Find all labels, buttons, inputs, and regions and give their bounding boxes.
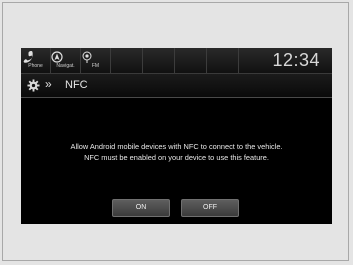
page-title: NFC bbox=[65, 79, 88, 91]
nfc-description: Allow Android mobile devices with NFC to… bbox=[21, 141, 332, 163]
infotainment-screen: Phone Navigat. FM 12:34 » NFC Allow Andr… bbox=[21, 48, 332, 224]
phone-label: Phone bbox=[28, 63, 43, 69]
empty-slot[interactable] bbox=[207, 48, 239, 73]
breadcrumb-separator: » bbox=[45, 77, 52, 91]
navigation-icon bbox=[51, 51, 63, 63]
empty-slot[interactable] bbox=[111, 48, 143, 73]
phone-button[interactable]: Phone bbox=[21, 48, 51, 73]
on-button[interactable]: ON bbox=[112, 199, 170, 217]
radio-icon bbox=[82, 51, 92, 63]
top-bar: Phone Navigat. FM 12:34 bbox=[21, 48, 332, 74]
empty-slot[interactable] bbox=[175, 48, 207, 73]
fm-button[interactable]: FM bbox=[81, 48, 111, 73]
navigation-label: Navigat. bbox=[56, 63, 75, 69]
page-header: » NFC bbox=[21, 74, 332, 98]
off-button[interactable]: OFF bbox=[181, 199, 239, 217]
gear-icon bbox=[27, 79, 40, 92]
fm-label: FM bbox=[91, 63, 100, 69]
navigation-button[interactable]: Navigat. bbox=[51, 48, 81, 73]
clock: 12:34 bbox=[272, 50, 320, 70]
description-line-2: NFC must be enabled on your device to us… bbox=[84, 153, 269, 162]
description-line-1: Allow Android mobile devices with NFC to… bbox=[70, 142, 283, 151]
empty-slot[interactable] bbox=[143, 48, 175, 73]
phone-icon bbox=[23, 51, 33, 63]
